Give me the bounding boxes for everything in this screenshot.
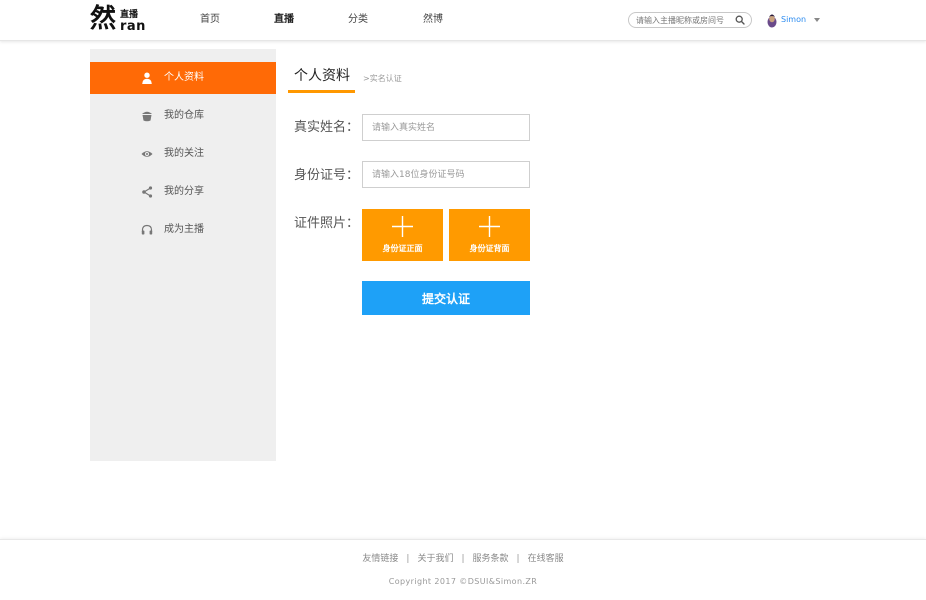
plus-icon	[392, 216, 413, 237]
sidebar-item-label: 个人资料	[164, 72, 204, 83]
logo-main-glyph: 然	[90, 4, 117, 34]
sidebar-item-profile[interactable]: 个人资料	[90, 62, 276, 94]
footer-link-support[interactable]: 在线客服	[528, 554, 564, 564]
nav-category[interactable]: 分类	[348, 13, 368, 27]
username[interactable]: Simon	[781, 14, 806, 26]
upload-id-back-button[interactable]: 身份证背面	[449, 209, 530, 261]
nav-home[interactable]: 首页	[200, 13, 220, 27]
id-photo-label: 证件照片：	[294, 216, 360, 231]
id-number-input[interactable]	[362, 161, 530, 188]
sidebar-item-label: 我的分享	[164, 186, 204, 197]
sidebar: 个人资料 我的仓库 我的关注 我的分享 成为主播	[90, 49, 276, 461]
sidebar-item-follow[interactable]: 我的关注	[90, 138, 276, 170]
top-header: 然 直播 ran 首页 直播 分类 然博 Simon	[0, 0, 926, 41]
real-name-input[interactable]	[362, 114, 530, 141]
logo-en-text: ran	[120, 19, 146, 34]
search-box	[628, 12, 752, 28]
avatar[interactable]	[766, 12, 778, 28]
share-icon	[142, 186, 153, 198]
tab-profile[interactable]: 个人资料	[294, 67, 350, 85]
headphones-icon	[141, 224, 153, 235]
plus-icon	[479, 216, 500, 237]
sidebar-item-label: 成为主播	[164, 224, 204, 235]
footer: 友情链接 | 关于我们 | 服务条款 | 在线客服 Copyright 2017 ©DSUI…	[0, 539, 926, 600]
person-icon	[142, 72, 152, 84]
copyright: Copyright 2017 ©DSUI&Simon.ZR	[388, 577, 538, 586]
sidebar-item-share[interactable]: 我的分享	[90, 176, 276, 208]
footer-link-terms[interactable]: 服务条款	[473, 554, 509, 564]
search-input[interactable]	[636, 14, 732, 26]
sidebar-item-label: 我的仓库	[164, 110, 204, 121]
footer-separator: |	[516, 554, 520, 564]
eye-icon	[141, 151, 153, 157]
sidebar-item-become-streamer[interactable]: 成为主播	[90, 214, 276, 246]
sidebar-item-label: 我的关注	[164, 148, 204, 159]
real-name-label: 真实姓名：	[294, 120, 360, 135]
search-icon[interactable]	[735, 15, 745, 25]
caret-down-icon[interactable]	[814, 18, 820, 22]
tab-underline	[288, 90, 355, 93]
breadcrumb-verify[interactable]: >实名认证	[363, 74, 402, 84]
upload-label: 身份证正面	[382, 244, 423, 253]
nav-ranbo[interactable]: 然博	[423, 13, 443, 27]
sidebar-item-warehouse[interactable]: 我的仓库	[90, 100, 276, 132]
submit-verification-button[interactable]: 提交认证	[362, 281, 530, 315]
nav-live[interactable]: 直播	[274, 13, 294, 27]
footer-link-about[interactable]: 关于我们	[417, 554, 453, 564]
footer-separator: |	[461, 554, 465, 564]
footer-links: 友情链接 | 关于我们 | 服务条款 | 在线客服	[0, 553, 926, 565]
site-logo[interactable]: 然 直播 ran	[90, 4, 146, 36]
upload-label: 身份证背面	[469, 244, 510, 253]
id-number-label: 身份证号：	[294, 168, 360, 183]
footer-link-friends[interactable]: 友情链接	[362, 554, 398, 564]
warehouse-icon	[142, 111, 152, 122]
footer-separator: |	[406, 554, 410, 564]
upload-id-front-button[interactable]: 身份证正面	[362, 209, 443, 261]
